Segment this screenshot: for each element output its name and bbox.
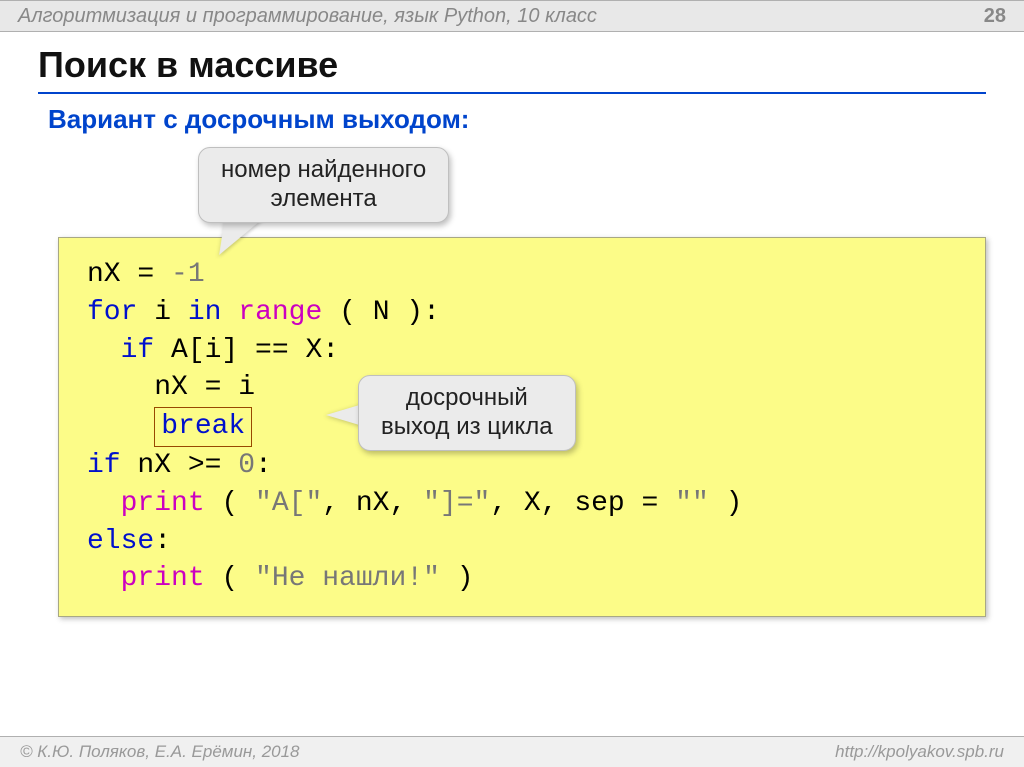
code-text [87, 563, 121, 594]
code-text: nX >= [121, 450, 239, 481]
code-text: A[i] == X: [154, 335, 339, 366]
footer-url: http://kpolyakov.spb.ru [835, 742, 1004, 762]
code-keyword: else [87, 526, 154, 557]
callout-line: выход из цикла [381, 413, 553, 440]
code-func: range [238, 297, 322, 328]
code-text: nX = i [87, 372, 255, 403]
code-text: , nX, [322, 488, 423, 519]
authors: © К.Ю. Поляков, Е.А. Ерёмин, 2018 [20, 742, 300, 762]
code-string: "" [675, 488, 709, 519]
subheading: Вариант с досрочным выходом: [0, 104, 1024, 135]
break-highlight: break [154, 407, 252, 447]
title-rule [38, 92, 986, 94]
slide-footer: © К.Ю. Поляков, Е.А. Ерёмин, 2018 http:/… [0, 736, 1024, 767]
code-text: ( [205, 563, 255, 594]
code-text: ) [709, 488, 743, 519]
code-text: ) [440, 563, 474, 594]
page-number: 28 [984, 5, 1006, 28]
slide-header: Алгоритмизация и программирование, язык … [0, 0, 1024, 32]
code-text: : [255, 450, 272, 481]
callout-line: номер найденного [221, 156, 426, 183]
code-text: , X, sep = [490, 488, 675, 519]
code-func: print [121, 488, 205, 519]
callout-line: досрочный [406, 384, 528, 411]
callout-line: элемента [271, 185, 377, 212]
code-keyword: for [87, 297, 137, 328]
code-keyword: if [121, 335, 155, 366]
code-keyword: if [87, 450, 121, 481]
page-title: Поиск в массиве [0, 32, 1024, 92]
code-text: ( [205, 488, 255, 519]
code-number: 0 [238, 450, 255, 481]
content-area: номер найденного элемента nX = -1 for i … [58, 147, 986, 627]
code-text [87, 488, 121, 519]
course-label: Алгоритмизация и программирование, язык … [18, 5, 597, 28]
code-keyword: in [188, 297, 222, 328]
callout-early-exit: досрочный выход из цикла [358, 375, 576, 451]
code-text [87, 411, 154, 442]
code-keyword: break [161, 411, 245, 442]
code-text: : [154, 526, 171, 557]
code-string: "A[" [255, 488, 322, 519]
code-number: -1 [171, 259, 205, 290]
code-text [87, 335, 121, 366]
code-string: "]=" [423, 488, 490, 519]
code-text: ( N ): [322, 297, 440, 328]
code-func: print [121, 563, 205, 594]
callout-found-index: номер найденного элемента [198, 147, 449, 223]
code-string: "Не нашли!" [255, 563, 440, 594]
code-text: i [137, 297, 187, 328]
code-text [221, 297, 238, 328]
code-text: nX = [87, 259, 171, 290]
